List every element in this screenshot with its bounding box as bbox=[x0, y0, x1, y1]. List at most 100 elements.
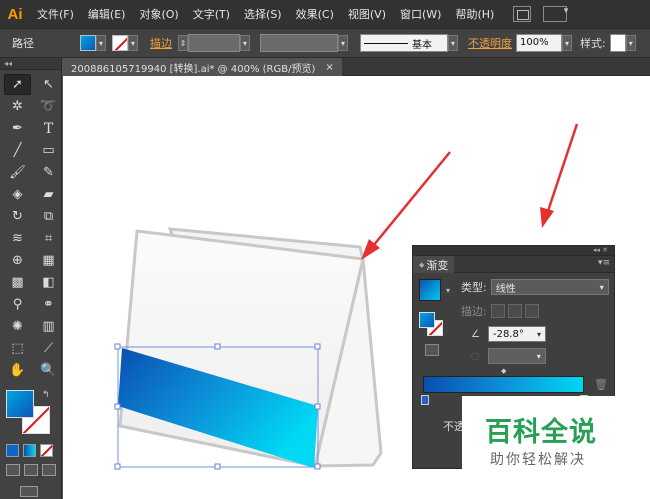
none-slash bbox=[41, 445, 52, 456]
handle-top-right[interactable] bbox=[314, 343, 321, 350]
handle-mid-left[interactable] bbox=[114, 403, 121, 410]
gradient-midpoint-diamond[interactable]: ◆ bbox=[501, 367, 506, 375]
close-tab-icon[interactable]: × bbox=[325, 62, 333, 73]
lasso-tool-icon[interactable]: ➰ bbox=[35, 96, 62, 117]
gradient-panel-tabs: ◆ 渐变 ▾≡ bbox=[413, 256, 614, 273]
column-graph-tool-icon[interactable]: ▥ bbox=[35, 316, 62, 337]
perspective-grid-tool-icon[interactable]: ▦ bbox=[35, 250, 62, 271]
gradient-slider[interactable] bbox=[423, 376, 584, 393]
gradient-preview-dropdown-icon[interactable]: ▾ bbox=[446, 286, 450, 295]
menu-type[interactable]: 文字(T) bbox=[186, 6, 237, 22]
brush-stroke-preview bbox=[364, 42, 408, 44]
gradient-angle-input[interactable]: -28.8° ▾ bbox=[487, 326, 546, 342]
swap-fill-stroke-icon[interactable]: ↰ bbox=[42, 390, 50, 400]
draw-normal-icon[interactable] bbox=[6, 464, 20, 476]
menu-window[interactable]: 窗口(W) bbox=[393, 6, 448, 22]
variable-width-dropdown[interactable]: ▾ bbox=[338, 35, 348, 51]
menu-edit[interactable]: 编辑(E) bbox=[81, 6, 133, 22]
stroke-weight-input[interactable] bbox=[188, 34, 240, 52]
magic-wand-tool-icon[interactable]: ✲ bbox=[4, 96, 31, 117]
bridge-icon[interactable] bbox=[513, 6, 532, 22]
menu-effect[interactable]: 效果(C) bbox=[289, 6, 341, 22]
eraser-tool-icon[interactable]: ▰ bbox=[35, 184, 62, 205]
paintbrush-tool-icon[interactable]: 🖌 bbox=[4, 162, 31, 183]
annotation-arrow-right bbox=[540, 123, 579, 228]
slice-tool-icon[interactable]: ⟋ bbox=[35, 338, 62, 359]
blob-brush-tool-icon[interactable]: ◈ bbox=[4, 184, 31, 205]
handle-top-mid[interactable] bbox=[214, 343, 221, 350]
stroke-weight-stepper[interactable]: ⇕ bbox=[178, 35, 188, 51]
chevron-down-icon: ▾ bbox=[599, 282, 604, 292]
reverse-gradient-icon[interactable] bbox=[425, 344, 439, 356]
zoom-tool-icon[interactable]: 🔍 bbox=[35, 360, 62, 381]
width-tool-icon[interactable]: ≋ bbox=[4, 228, 31, 249]
stroke-weight-dropdown[interactable]: ▾ bbox=[240, 35, 250, 51]
type-tool-icon[interactable]: T bbox=[35, 118, 62, 139]
artboard-tool-icon[interactable]: ⬚ bbox=[4, 338, 31, 359]
blend-tool-icon[interactable]: ⚭ bbox=[35, 294, 62, 315]
selection-tool-icon[interactable]: ➚ bbox=[4, 74, 31, 95]
gradient-type-label: 类型: bbox=[461, 281, 487, 294]
menu-object[interactable]: 对象(O) bbox=[132, 6, 185, 22]
brush-dropdown[interactable]: ▾ bbox=[448, 35, 458, 51]
free-transform-tool-icon[interactable]: ⌗ bbox=[35, 228, 62, 249]
gradient-panel-header[interactable]: ◂◂ ✕ bbox=[413, 246, 614, 256]
fill-color-swatch[interactable] bbox=[80, 35, 96, 51]
stroke-panel-link[interactable]: 描边 bbox=[150, 35, 172, 51]
draw-behind-icon[interactable] bbox=[24, 464, 38, 476]
tools-collapse-icon[interactable]: ◂◂ bbox=[0, 58, 61, 70]
opacity-panel-link[interactable]: 不透明度 bbox=[468, 35, 512, 51]
stroke-color-swatch[interactable] bbox=[112, 35, 128, 51]
gradient-type-select[interactable]: 线性 ▾ bbox=[490, 279, 609, 295]
mesh-tool-icon[interactable]: ▩ bbox=[4, 272, 31, 293]
shape-builder-tool-icon[interactable]: ⊕ bbox=[4, 250, 31, 271]
handle-bottom-right[interactable] bbox=[314, 463, 321, 470]
gradient-button-icon[interactable] bbox=[23, 444, 36, 457]
stroke-gradient-within-icon bbox=[490, 304, 505, 318]
menu-select[interactable]: 选择(S) bbox=[237, 6, 289, 22]
hand-tool-icon[interactable]: ✋ bbox=[4, 360, 31, 381]
panel-menu-icon[interactable]: ▾≡ bbox=[598, 258, 610, 268]
watermark: 百科全说 助你轻松解决 bbox=[462, 396, 627, 499]
none-button-icon[interactable] bbox=[40, 444, 53, 457]
delete-stop-icon[interactable]: 🗑 bbox=[594, 378, 608, 391]
graphic-style-swatch[interactable] bbox=[609, 34, 626, 52]
menu-view[interactable]: 视图(V) bbox=[341, 6, 393, 22]
stroke-dropdown[interactable]: ▾ bbox=[128, 35, 138, 51]
gradient-fill-stroke-mini[interactable] bbox=[419, 312, 445, 338]
handle-bottom-left[interactable] bbox=[114, 463, 121, 470]
scale-tool-icon[interactable]: ⧉ bbox=[35, 206, 62, 227]
pen-tool-icon[interactable]: ✒ bbox=[4, 118, 31, 139]
eyedropper-tool-icon[interactable]: ⚲ bbox=[4, 294, 31, 315]
fill-dropdown[interactable]: ▾ bbox=[96, 35, 106, 51]
variable-width-profile[interactable] bbox=[260, 34, 338, 52]
gradient-preview-swatch[interactable] bbox=[419, 279, 441, 301]
gradient-tool-icon[interactable]: ◧ bbox=[35, 272, 62, 293]
rotate-tool-icon[interactable]: ↻ bbox=[4, 206, 31, 227]
menu-help[interactable]: 帮助(H) bbox=[448, 6, 501, 22]
tab-gradient[interactable]: ◆ 渐变 bbox=[413, 256, 455, 273]
document-tab[interactable]: 200886105719940 [转换].ai* @ 400% (RGB/预览)… bbox=[63, 58, 342, 76]
graphic-style-dropdown[interactable]: ▾ bbox=[625, 35, 636, 51]
rectangle-tool-icon[interactable]: ▭ bbox=[35, 140, 62, 161]
gradient-aspect-input: ▾ bbox=[487, 348, 546, 364]
stroke-gradient-across-icon bbox=[524, 304, 539, 318]
direct-selection-tool-icon[interactable]: ↖ bbox=[35, 74, 62, 95]
brush-definition[interactable]: 基本 bbox=[360, 34, 448, 52]
arrange-documents-icon[interactable] bbox=[543, 6, 568, 22]
screen-mode-icon[interactable] bbox=[20, 486, 38, 497]
gradient-stop-left[interactable] bbox=[421, 395, 429, 405]
opacity-input[interactable]: 100% bbox=[516, 34, 562, 52]
menu-file[interactable]: 文件(F) bbox=[30, 6, 81, 22]
handle-bottom-mid[interactable] bbox=[214, 463, 221, 470]
pencil-tool-icon[interactable]: ✎ bbox=[35, 162, 62, 183]
handle-mid-right[interactable] bbox=[314, 403, 321, 410]
fill-color-box[interactable] bbox=[6, 390, 34, 418]
fill-stroke-widget: ↰ bbox=[4, 388, 56, 434]
color-button-icon[interactable] bbox=[6, 444, 19, 457]
handle-top-left[interactable] bbox=[114, 343, 121, 350]
symbol-sprayer-tool-icon[interactable]: ✺ bbox=[4, 316, 31, 337]
opacity-dropdown[interactable]: ▾ bbox=[562, 35, 572, 51]
line-segment-tool-icon[interactable]: ╱ bbox=[4, 140, 31, 161]
draw-inside-icon[interactable] bbox=[42, 464, 56, 476]
